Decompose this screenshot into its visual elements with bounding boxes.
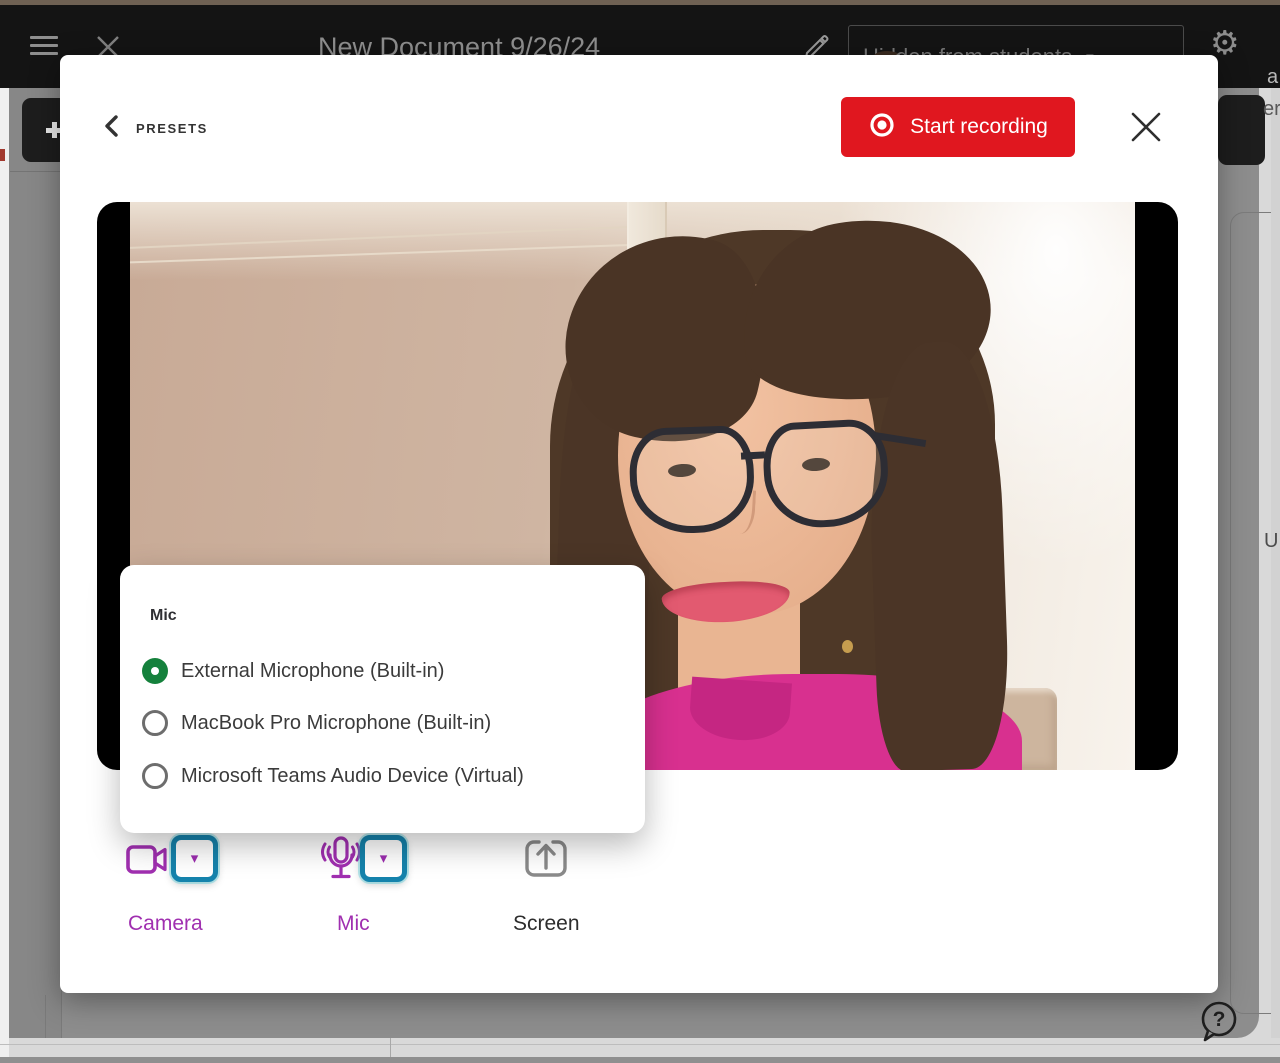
clipped-text-fragment: a <box>1267 66 1280 89</box>
chevron-down-icon: ▾ <box>191 851 199 866</box>
radio-unselected-icon[interactable] <box>142 710 168 736</box>
mic-device-dropdown[interactable]: ▾ <box>360 835 407 882</box>
divider <box>0 1044 1280 1045</box>
mic-icon <box>316 835 366 885</box>
record-icon <box>868 111 896 144</box>
mic-toggle-button[interactable] <box>316 835 366 890</box>
presets-back-button[interactable]: PRESETS <box>105 115 208 141</box>
screen-share-button[interactable] <box>523 837 569 886</box>
radio-selected-icon[interactable] <box>142 658 168 684</box>
divider <box>10 171 61 172</box>
page-bottom-strip <box>0 1057 1280 1063</box>
camera-label[interactable]: Camera <box>128 912 203 936</box>
hamburger-menu-icon[interactable] <box>30 36 58 58</box>
plus-icon <box>52 122 57 138</box>
gear-icon[interactable]: ⚙ <box>1210 26 1240 59</box>
svg-text:?: ? <box>1213 1008 1226 1031</box>
camera-device-dropdown[interactable]: ▾ <box>171 835 218 882</box>
divider <box>45 995 46 1038</box>
recording-modal: PRESETS Start recording <box>60 55 1218 993</box>
camera-toggle-button[interactable] <box>126 844 168 881</box>
page-left-edge <box>0 88 9 1063</box>
clipped-text-fragment: U <box>1264 530 1278 553</box>
close-modal-button[interactable] <box>1126 107 1166 147</box>
divider <box>390 1038 391 1057</box>
mic-menu-title: Mic <box>150 607 177 625</box>
mic-device-menu: Mic External Microphone (Built-in) MacBo… <box>120 565 645 833</box>
page-scrollbar <box>1271 88 1280 1038</box>
mic-option-macbook[interactable]: MacBook Pro Microphone (Built-in) <box>142 706 622 740</box>
background-button-fragment <box>1218 95 1265 165</box>
accent-notch <box>0 149 5 161</box>
screen-label[interactable]: Screen <box>513 912 580 936</box>
screen-share-icon <box>523 837 569 881</box>
collapsed-left-panel <box>9 88 62 1038</box>
chevron-down-icon: ▾ <box>380 851 388 866</box>
start-recording-button[interactable]: Start recording <box>841 97 1075 157</box>
radio-unselected-icon[interactable] <box>142 763 168 789</box>
mic-label[interactable]: Mic <box>337 912 370 936</box>
mic-option-external[interactable]: External Microphone (Built-in) <box>142 654 622 688</box>
presets-label: PRESETS <box>136 121 208 136</box>
start-recording-label: Start recording <box>910 115 1048 139</box>
help-button[interactable]: ? <box>1198 1000 1240 1044</box>
clipped-text-fragment: er <box>1263 98 1280 121</box>
mic-option-teams[interactable]: Microsoft Teams Audio Device (Virtual) <box>142 759 622 793</box>
camera-icon <box>126 844 168 876</box>
chevron-left-icon <box>105 115 118 142</box>
